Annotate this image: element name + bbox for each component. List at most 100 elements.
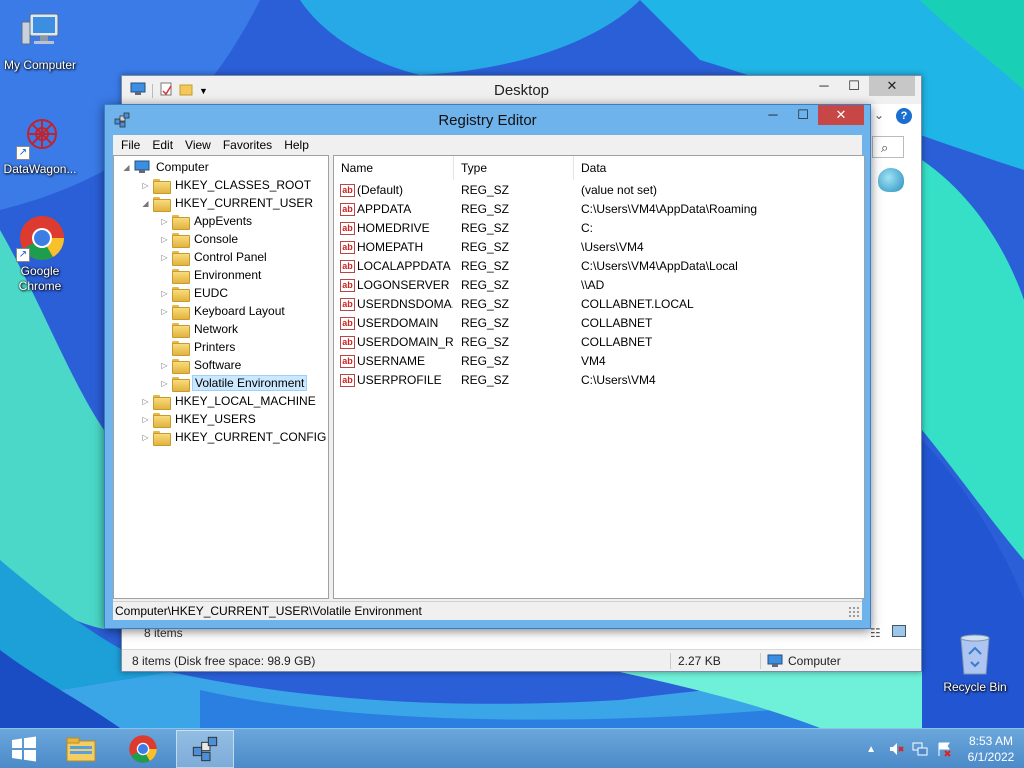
windows-logo-icon [12, 736, 36, 762]
desktop-icon-recycle-bin[interactable]: Recycle Bin [935, 630, 1015, 695]
status-key-path: Computer\HKEY_CURRENT_USER\Volatile Envi… [115, 604, 422, 618]
cell-type: REG_SZ [461, 259, 510, 273]
large-icons-view-icon[interactable] [892, 625, 906, 637]
desktop-icon-my-computer[interactable]: My Computer [0, 8, 80, 73]
network-icon[interactable] [912, 741, 928, 757]
menu-help[interactable]: Help [278, 135, 315, 155]
table-row[interactable]: ab LOCALAPPDATA REG_SZ C:\Users\VM4\AppData… [334, 257, 864, 276]
tree-node-computer[interactable]: ◢ Computer [122, 158, 211, 176]
menu-view[interactable]: View [179, 135, 217, 155]
expand-arrow-icon[interactable]: ▷ [141, 181, 150, 190]
tree-node-control-panel[interactable]: ▷ Control Panel [160, 248, 269, 266]
action-center-flag-icon[interactable] [936, 741, 952, 757]
registry-tree[interactable]: ◢ Computer ▷ HKEY_CLASSES_ROOT ◢ HKEY_CU… [113, 155, 329, 599]
ribbon-expand-chevron-icon[interactable]: ⌄ [874, 108, 884, 122]
resize-grip[interactable] [848, 606, 860, 618]
expand-arrow-icon[interactable]: ▷ [160, 217, 169, 226]
expand-arrow-icon[interactable]: ▷ [160, 253, 169, 262]
desktop-icon-datawagon[interactable]: ↗ DataWagon... [0, 112, 80, 177]
column-header-data[interactable]: Data [574, 156, 864, 180]
tree-label: Software [194, 358, 242, 372]
tree-node-appevents[interactable]: ▷ AppEvents [160, 212, 254, 230]
folder-icon [153, 430, 171, 446]
folder-icon [172, 340, 190, 356]
taskbar: ▲ 8:53 AM 6/1/2022 [0, 728, 1024, 768]
folder-icon [172, 304, 190, 320]
minimize-button[interactable]: ─ [758, 105, 788, 125]
explorer-titlebar[interactable]: ▼ Desktop ─ ☐ ✕ [122, 76, 921, 104]
expand-arrow-icon[interactable]: ▷ [141, 397, 150, 406]
table-row[interactable]: ab USERNAME REG_SZ VM4 [334, 352, 864, 371]
minimize-button[interactable]: ─ [809, 76, 839, 96]
desktop-icon-google-chrome[interactable]: ↗ Google Chrome [0, 214, 80, 294]
tree-node-printers[interactable]: Printers [160, 338, 237, 356]
expand-arrow-icon[interactable]: ▷ [141, 433, 150, 442]
cell-type: REG_SZ [461, 221, 510, 235]
string-value-icon: ab [340, 279, 355, 292]
volume-muted-icon[interactable] [888, 741, 904, 757]
column-header-name[interactable]: Name [334, 156, 454, 180]
table-row[interactable]: ab HOMEDRIVE REG_SZ C: [334, 219, 864, 238]
table-row[interactable]: abUSERDOMAIN_R... REG_SZ COLLABNET [334, 333, 864, 352]
tree-node-hkey-classes-root[interactable]: ▷ HKEY_CLASSES_ROOT [141, 176, 313, 194]
expand-arrow-icon[interactable]: ▷ [141, 415, 150, 424]
registry-values-list[interactable]: Name Type Data ab (Default) REG_SZ (value n… [333, 155, 865, 599]
cell-data: C:\Users\VM4 [581, 373, 656, 387]
tree-node-eudc[interactable]: ▷ EUDC [160, 284, 230, 302]
registry-editor-window[interactable]: Registry Editor ─ ☐ ✕ File Edit View Fav… [104, 104, 871, 629]
search-box[interactable]: ⌕ [872, 136, 904, 158]
close-button[interactable]: ✕ [869, 76, 915, 96]
expand-arrow-icon[interactable]: ▷ [160, 235, 169, 244]
tree-node-hkey-users[interactable]: ▷ HKEY_USERS [141, 410, 258, 428]
tree-node-console[interactable]: ▷ Console [160, 230, 240, 248]
menu-file[interactable]: File [115, 135, 146, 155]
expand-arrow-icon[interactable]: ▷ [160, 307, 169, 316]
tree-label: AppEvents [194, 214, 253, 228]
folder-icon [153, 196, 171, 212]
tree-node-hkey-current-config[interactable]: ▷ HKEY_CURRENT_CONFIG [141, 428, 328, 446]
cell-data: COLLABNET [581, 316, 653, 330]
tree-node-hkey-local-machine[interactable]: ▷ HKEY_LOCAL_MACHINE [141, 392, 318, 410]
table-row[interactable]: ab USERDNSDOMA... REG_SZ COLLABNET.LOCAL [334, 295, 864, 314]
table-row[interactable]: ab USERPROFILE REG_SZ C:\Users\VM4 [334, 371, 864, 390]
close-button[interactable]: ✕ [818, 105, 864, 125]
tree-node-hkey-current-user[interactable]: ◢ HKEY_CURRENT_USER [141, 194, 315, 212]
table-row[interactable]: ab USERDOMAIN REG_SZ COLLABNET [334, 314, 864, 333]
taskbar-registry-editor[interactable] [176, 730, 234, 768]
regedit-titlebar[interactable]: Registry Editor ─ ☐ ✕ [105, 105, 870, 135]
column-header-type[interactable]: Type [454, 156, 574, 180]
expand-arrow-icon[interactable]: ▷ [160, 289, 169, 298]
table-row[interactable]: ab LOGONSERVER REG_SZ \\AD [334, 276, 864, 295]
cell-name: (Default) [357, 183, 404, 197]
table-row[interactable]: ab APPDATA REG_SZ C:\Users\VM4\AppData\Roam… [334, 200, 864, 219]
details-view-icon[interactable]: ☷ [870, 626, 881, 640]
expand-arrow-icon[interactable]: ▷ [160, 361, 169, 370]
status-divider [670, 653, 671, 669]
datawagon-icon: ↗ [16, 112, 64, 160]
status-items-disk: 8 items (Disk free space: 98.9 GB) [132, 653, 316, 668]
tree-node-environment[interactable]: Environment [160, 266, 263, 284]
taskbar-file-explorer[interactable] [52, 730, 110, 768]
system-clock[interactable]: 8:53 AM 6/1/2022 [958, 733, 1024, 765]
cell-data: \\AD [581, 278, 605, 292]
menu-edit[interactable]: Edit [146, 135, 179, 155]
tree-node-network[interactable]: Network [160, 320, 240, 338]
help-icon[interactable]: ? [896, 108, 912, 124]
collapse-arrow-icon[interactable]: ◢ [122, 163, 131, 172]
maximize-button[interactable]: ☐ [839, 76, 869, 96]
start-button[interactable] [0, 730, 48, 768]
expand-arrow-icon[interactable]: ▷ [160, 379, 169, 388]
tree-node-software[interactable]: ▷ Software [160, 356, 243, 374]
cell-data: VM4 [581, 354, 606, 368]
table-row[interactable]: ab (Default) REG_SZ (value not set) [334, 181, 864, 200]
tree-node-keyboard-layout[interactable]: ▷ Keyboard Layout [160, 302, 287, 320]
tree-label: Control Panel [194, 250, 267, 264]
collapse-arrow-icon[interactable]: ◢ [141, 199, 150, 208]
maximize-button[interactable]: ☐ [788, 105, 818, 125]
show-hidden-icons-chevron-icon[interactable]: ▲ [866, 744, 876, 755]
taskbar-google-chrome[interactable] [114, 730, 172, 768]
menu-favorites[interactable]: Favorites [217, 135, 278, 155]
cell-name: LOGONSERVER [357, 278, 450, 292]
tree-node-volatile-environment[interactable]: ▷ Volatile Environment [160, 374, 308, 392]
table-row[interactable]: ab HOMEPATH REG_SZ \Users\VM4 [334, 238, 864, 257]
